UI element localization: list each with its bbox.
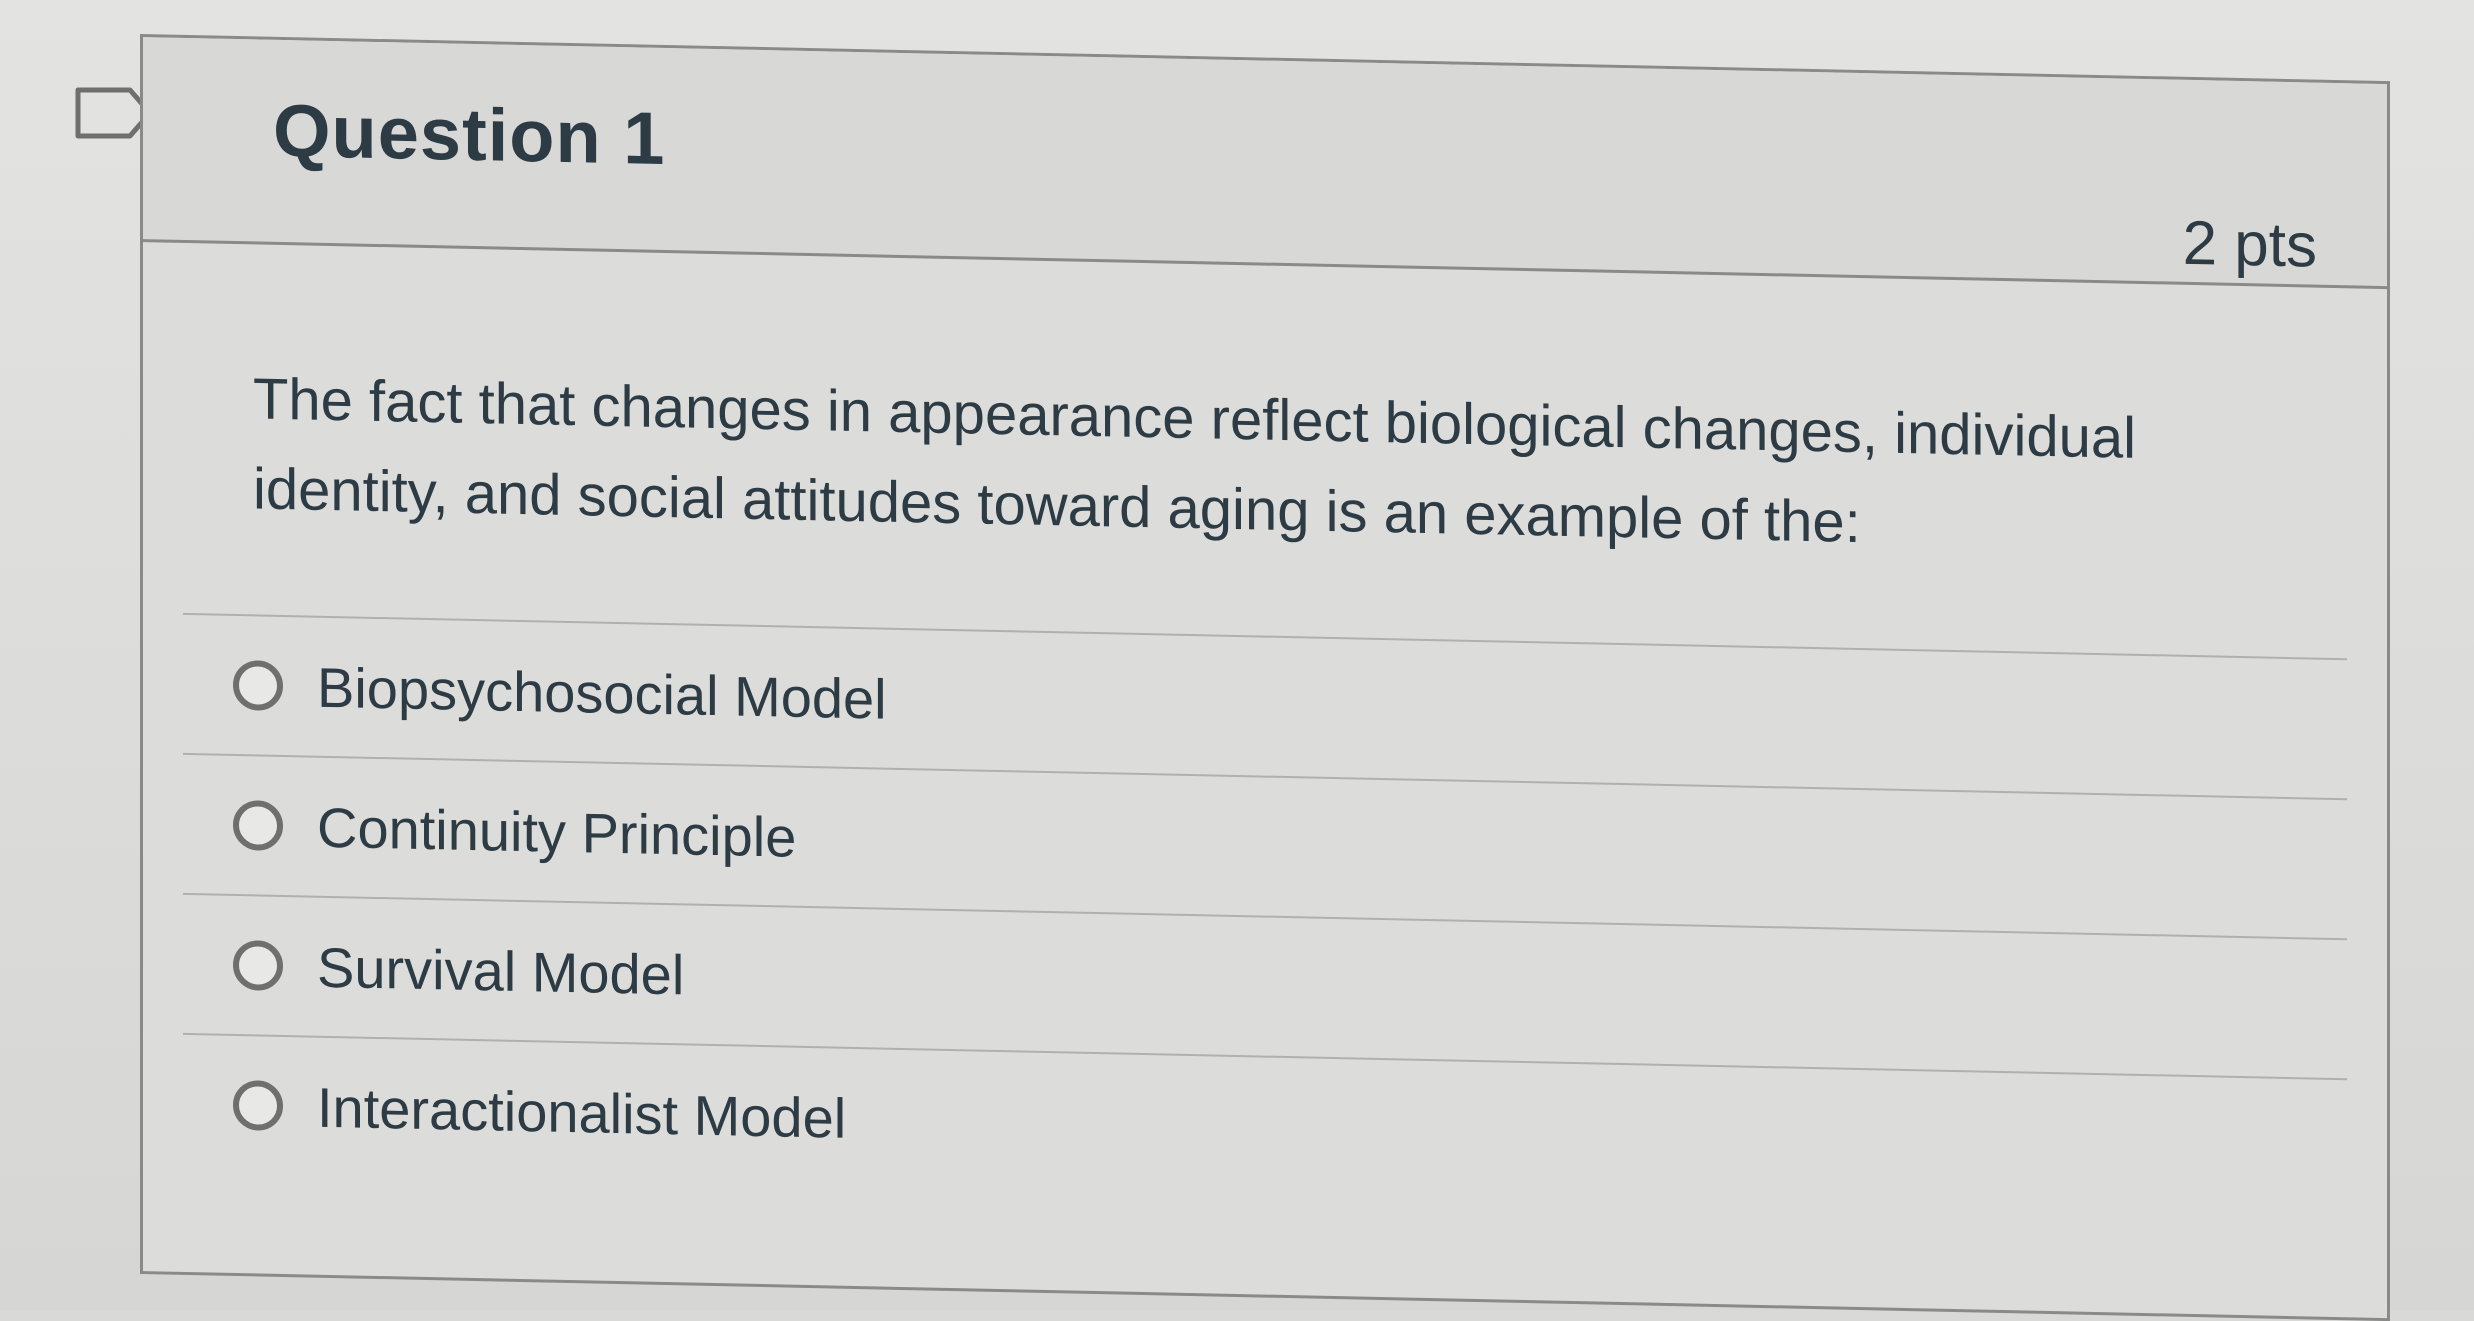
answer-label: Continuity Principle (317, 795, 797, 869)
answer-label: Biopsychosocial Model (317, 655, 887, 731)
question-points: 2 pts (2182, 208, 2317, 281)
question-card: Question 1 2 pts The fact that changes i… (140, 34, 2390, 1321)
answer-list: Biopsychosocial Model Continuity Princip… (183, 612, 2347, 1219)
question-text: The fact that changes in appearance refl… (253, 366, 2136, 556)
radio-unselected-icon[interactable] (233, 1079, 283, 1131)
radio-unselected-icon[interactable] (233, 799, 283, 851)
answer-label: Interactionalist Model (317, 1075, 847, 1150)
radio-unselected-icon[interactable] (233, 939, 283, 991)
question-title: Question 1 (273, 88, 666, 181)
answer-label: Survival Model (317, 935, 685, 1006)
question-body: The fact that changes in appearance refl… (143, 242, 2387, 1318)
radio-unselected-icon[interactable] (233, 659, 283, 711)
